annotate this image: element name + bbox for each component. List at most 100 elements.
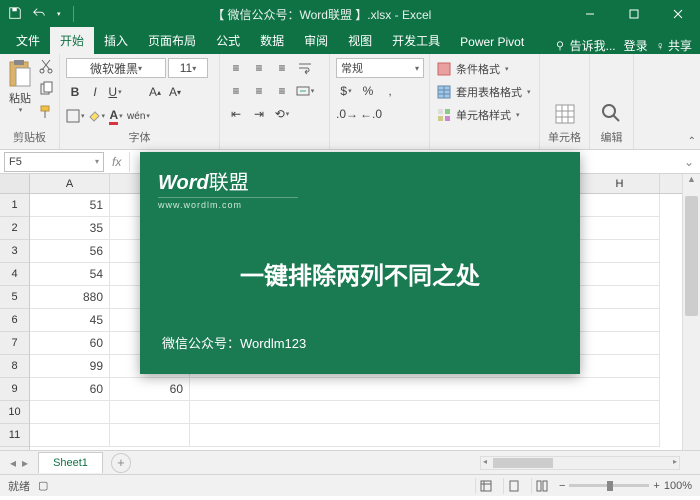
number-format-combo[interactable]: 常规▾	[336, 58, 424, 78]
cell[interactable]	[580, 263, 660, 286]
col-header-a[interactable]: A	[30, 174, 110, 193]
sheet-nav-next-icon[interactable]: ▸	[22, 456, 28, 470]
share-button[interactable]: ♀ 共享	[656, 37, 692, 54]
cell-styles-button[interactable]: 单元格样式▾	[436, 104, 533, 125]
cell[interactable]	[190, 401, 580, 424]
font-color-button[interactable]: A▾	[107, 106, 125, 126]
align-center-icon[interactable]: ≡	[249, 81, 269, 101]
cells-icon[interactable]	[552, 101, 578, 127]
name-box[interactable]: F5▾	[4, 152, 104, 172]
align-top-icon[interactable]: ≡	[226, 58, 246, 78]
cell[interactable]	[580, 332, 660, 355]
cell[interactable]	[580, 240, 660, 263]
row-header[interactable]: 11	[0, 424, 29, 447]
increase-font-icon[interactable]: A▴	[146, 82, 164, 102]
cell[interactable]	[580, 309, 660, 332]
sheet-tab[interactable]: Sheet1	[38, 452, 103, 473]
maximize-button[interactable]	[612, 0, 656, 28]
cell[interactable]	[30, 401, 110, 424]
tab-review[interactable]: 审阅	[294, 27, 338, 54]
cell[interactable]	[190, 424, 580, 447]
cell[interactable]	[110, 424, 190, 447]
align-bottom-icon[interactable]: ≡	[272, 58, 292, 78]
italic-button[interactable]: I	[86, 82, 104, 102]
cell[interactable]	[580, 217, 660, 240]
col-header-h[interactable]: H	[580, 174, 660, 193]
add-sheet-button[interactable]: +	[111, 453, 131, 473]
zoom-in-button[interactable]: +	[653, 480, 659, 492]
cell[interactable]	[580, 378, 660, 401]
tab-powerpivot[interactable]: Power Pivot	[450, 30, 534, 54]
cell[interactable]: 60	[110, 378, 190, 401]
cell[interactable]	[580, 355, 660, 378]
tab-data[interactable]: 数据	[250, 27, 294, 54]
cell[interactable]	[190, 378, 580, 401]
cell[interactable]	[30, 424, 110, 447]
row-header[interactable]: 7	[0, 332, 29, 355]
row-header[interactable]: 6	[0, 309, 29, 332]
row-header[interactable]: 8	[0, 355, 29, 378]
fx-icon[interactable]: fx	[104, 155, 129, 169]
increase-indent-icon[interactable]: ⇥	[249, 104, 269, 124]
cell[interactable]: 35	[30, 217, 110, 240]
row-header[interactable]: 4	[0, 263, 29, 286]
fill-color-button[interactable]: ▾	[87, 106, 106, 126]
select-all-corner[interactable]	[0, 174, 29, 194]
underline-button[interactable]: U▾	[106, 82, 124, 102]
cell[interactable]: 60	[30, 378, 110, 401]
decrease-decimal-icon[interactable]: ←.0	[360, 104, 382, 124]
row-header[interactable]: 10	[0, 401, 29, 424]
conditional-format-button[interactable]: 条件格式▾	[436, 58, 533, 79]
row-header[interactable]: 1	[0, 194, 29, 217]
bold-button[interactable]: B	[66, 82, 84, 102]
phonetic-button[interactable]: wén▾	[127, 106, 150, 126]
close-button[interactable]	[656, 0, 700, 28]
cell[interactable]: 56	[30, 240, 110, 263]
paste-button[interactable]: 粘贴▾	[6, 58, 34, 114]
zoom-out-button[interactable]: −	[559, 480, 565, 492]
tab-file[interactable]: 文件	[6, 27, 50, 54]
tab-formulas[interactable]: 公式	[206, 27, 250, 54]
tab-developer[interactable]: 开发工具	[382, 27, 450, 54]
tell-me[interactable]: 告诉我...	[553, 37, 616, 54]
row-header[interactable]: 2	[0, 217, 29, 240]
zoom-slider[interactable]	[569, 484, 649, 487]
qat-dropdown-icon[interactable]: ▾	[57, 10, 61, 18]
merge-cells-icon[interactable]: ▾	[295, 81, 315, 101]
font-name-combo[interactable]: 微软雅黑▾	[66, 58, 166, 78]
table-format-button[interactable]: 套用表格格式▾	[436, 81, 533, 102]
row-header[interactable]: 5	[0, 286, 29, 309]
comma-format-icon[interactable]: ,	[380, 81, 400, 101]
undo-icon[interactable]	[32, 6, 46, 23]
cell[interactable]: 51	[30, 194, 110, 217]
login-button[interactable]: 登录	[624, 37, 648, 54]
align-left-icon[interactable]: ≡	[226, 81, 246, 101]
wrap-text-icon[interactable]	[295, 58, 315, 78]
border-button[interactable]: ▾	[66, 106, 85, 126]
page-layout-view-icon[interactable]	[503, 478, 525, 494]
cell[interactable]	[580, 424, 660, 447]
font-size-combo[interactable]: 11▾	[168, 58, 208, 78]
page-break-view-icon[interactable]	[531, 478, 553, 494]
normal-view-icon[interactable]	[475, 478, 497, 494]
cell[interactable]	[110, 401, 190, 424]
tab-insert[interactable]: 插入	[94, 27, 138, 54]
percent-format-icon[interactable]: %	[358, 81, 378, 101]
cell[interactable]	[580, 194, 660, 217]
decrease-font-icon[interactable]: A▾	[166, 82, 184, 102]
cell[interactable]: 60	[30, 332, 110, 355]
accounting-format-icon[interactable]: $▾	[336, 81, 356, 101]
row-header[interactable]: 3	[0, 240, 29, 263]
edit-icon[interactable]	[599, 101, 625, 127]
zoom-level[interactable]: 100%	[664, 480, 692, 492]
align-middle-icon[interactable]: ≡	[249, 58, 269, 78]
orientation-icon[interactable]: ⟲▾	[272, 104, 292, 124]
save-icon[interactable]	[8, 6, 22, 23]
row-header[interactable]: 9	[0, 378, 29, 401]
tab-layout[interactable]: 页面布局	[138, 27, 206, 54]
cell[interactable]: 880	[30, 286, 110, 309]
decrease-indent-icon[interactable]: ⇤	[226, 104, 246, 124]
sheet-nav-prev-icon[interactable]: ◂	[10, 456, 16, 470]
horizontal-scrollbar[interactable]: ◂▸	[480, 456, 680, 470]
cell[interactable]: 54	[30, 263, 110, 286]
